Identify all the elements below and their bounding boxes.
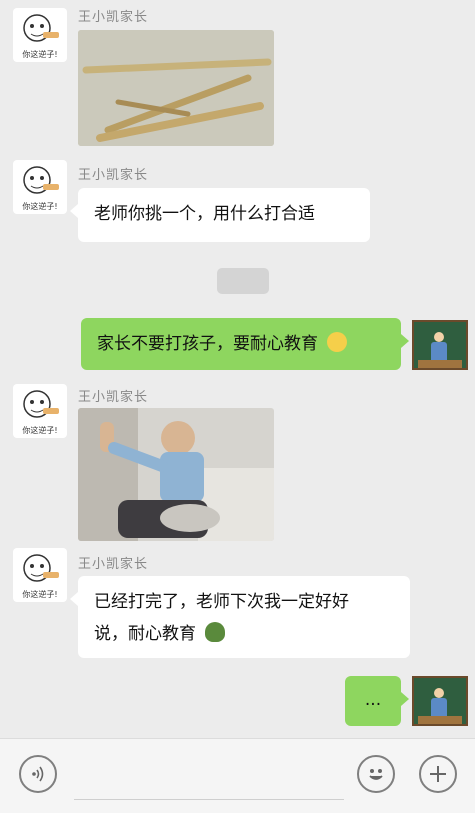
input-bar bbox=[0, 738, 475, 813]
avatar-caption: 你这逆子! bbox=[22, 590, 58, 599]
message-text-line: 已经打完了，老师下次我一定好好 bbox=[94, 592, 349, 612]
desk-icon bbox=[418, 360, 462, 368]
contact-avatar[interactable]: 你这逆子! bbox=[13, 548, 67, 602]
sender-name: 王小凯家长 bbox=[78, 10, 149, 25]
teacher-head-icon bbox=[434, 332, 444, 342]
message-text: ... bbox=[364, 690, 382, 710]
emoji-button[interactable] bbox=[357, 755, 395, 793]
emoji-icon bbox=[369, 769, 383, 780]
text-message-bubble-self[interactable]: 家长不要打孩子，要耐心教育 bbox=[81, 318, 409, 370]
sender-name: 王小凯家长 bbox=[78, 557, 149, 572]
voice-button[interactable] bbox=[19, 755, 57, 793]
sticks-image bbox=[78, 30, 274, 146]
timestamp-pill bbox=[217, 268, 269, 294]
message-text: 老师你挑一个，用什么打合适 bbox=[94, 204, 315, 224]
text-message-bubble[interactable]: 已经打完了，老师下次我一定好好 说，耐心教育 bbox=[70, 576, 410, 658]
turtle-emoji-icon bbox=[205, 622, 226, 642]
message-input[interactable] bbox=[74, 769, 344, 800]
contact-avatar[interactable]: 你这逆子! bbox=[13, 384, 67, 438]
teacher-body-icon bbox=[431, 698, 447, 716]
contact-avatar[interactable]: 你这逆子! bbox=[13, 8, 67, 62]
sender-name: 王小凯家长 bbox=[78, 390, 149, 405]
message-text-line-2-wrap: 说，耐心教育 bbox=[94, 618, 394, 650]
self-avatar[interactable] bbox=[412, 320, 468, 370]
image-message-sticks[interactable] bbox=[78, 30, 274, 146]
shy-emoji-icon bbox=[327, 332, 348, 352]
teacher-head-icon bbox=[434, 688, 444, 698]
message-text: 家长不要打孩子，要耐心教育 bbox=[97, 334, 318, 354]
more-button[interactable] bbox=[419, 755, 457, 793]
message-text-line: 说，耐心教育 bbox=[94, 624, 196, 644]
text-message-bubble-self[interactable]: ... bbox=[345, 676, 409, 726]
plus-icon bbox=[430, 766, 446, 782]
avatar-caption: 你这逆子! bbox=[22, 426, 58, 435]
desk-icon bbox=[418, 716, 462, 724]
contact-avatar[interactable]: 你这逆子! bbox=[13, 160, 67, 214]
sender-name: 王小凯家长 bbox=[78, 168, 149, 183]
teacher-body-icon bbox=[431, 342, 447, 360]
avatar-caption: 你这逆子! bbox=[22, 50, 58, 59]
chat-area: 你这逆子! 王小凯家长 你这逆子! 王小凯家长 老师你挑一个，用什么打合适 家长… bbox=[0, 0, 475, 738]
self-avatar[interactable] bbox=[412, 676, 468, 726]
discipline-photo bbox=[78, 408, 274, 541]
voice-icon bbox=[32, 766, 44, 782]
avatar-caption: 你这逆子! bbox=[22, 202, 58, 211]
text-message-bubble[interactable]: 老师你挑一个，用什么打合适 bbox=[70, 188, 370, 242]
image-message-discipline[interactable] bbox=[78, 408, 274, 541]
